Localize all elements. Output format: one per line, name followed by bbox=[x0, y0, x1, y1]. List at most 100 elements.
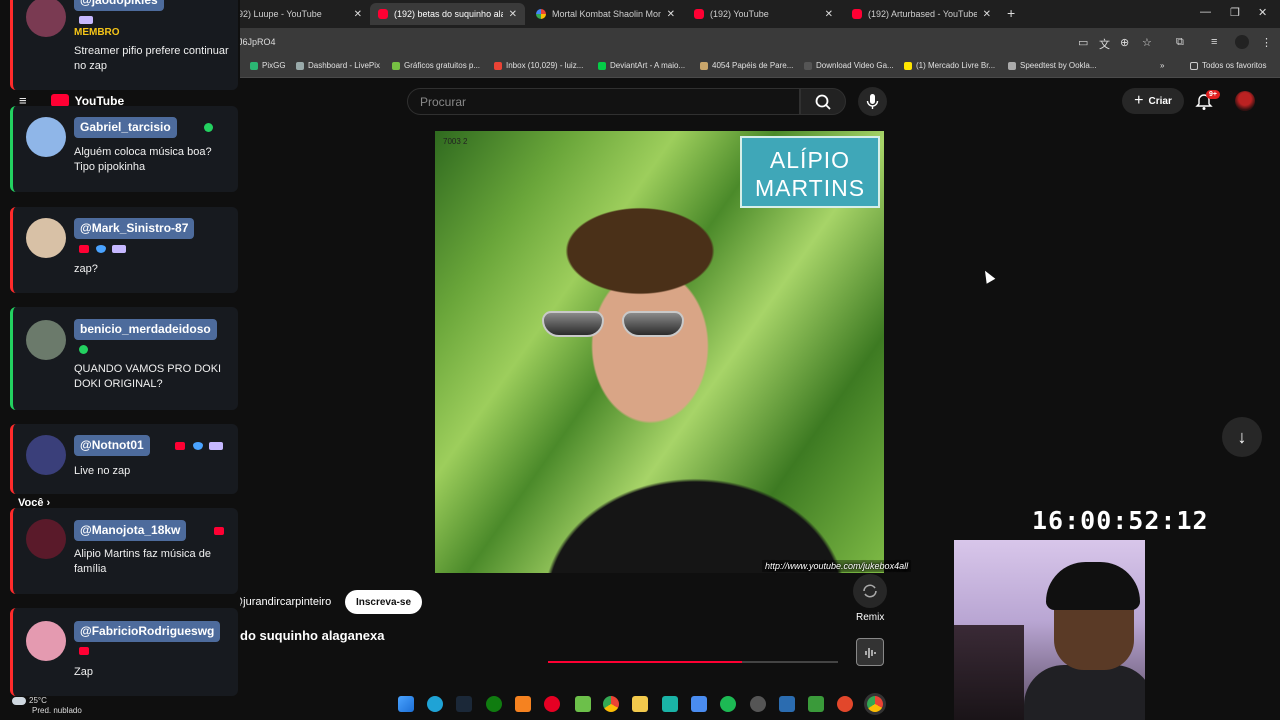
star-icon[interactable]: ☆ bbox=[1142, 36, 1152, 49]
sound-button[interactable] bbox=[856, 638, 884, 666]
chat-text: Zap bbox=[74, 666, 93, 678]
reading-list-icon[interactable]: ≡ bbox=[1211, 36, 1217, 48]
moderator-icon bbox=[96, 245, 106, 253]
close-icon[interactable]: ✕ bbox=[354, 9, 362, 20]
video-progress-bar[interactable] bbox=[548, 661, 838, 663]
chat-message: @jaodopikles MEMBRO Streamer pifio prefe… bbox=[10, 0, 238, 90]
chat-avatar bbox=[26, 435, 66, 475]
windows-start-icon[interactable] bbox=[398, 696, 414, 712]
chat-username: Gabriel_tarcisio bbox=[74, 117, 177, 138]
app-icon[interactable] bbox=[837, 696, 853, 712]
google-icon bbox=[536, 9, 546, 19]
mic-icon bbox=[866, 94, 879, 109]
chevron-right-icon[interactable]: » bbox=[1160, 61, 1164, 70]
address-bar[interactable]: J6JpRO4 bbox=[236, 32, 1076, 52]
close-icon[interactable]: ✕ bbox=[667, 9, 675, 20]
search-button[interactable] bbox=[800, 88, 846, 115]
app-icon[interactable] bbox=[808, 696, 824, 712]
remix-icon bbox=[863, 584, 877, 598]
profile-icon[interactable] bbox=[1235, 35, 1249, 49]
spotify-icon[interactable] bbox=[720, 696, 736, 712]
new-tab-icon[interactable]: + bbox=[1007, 5, 1015, 21]
mic-button[interactable] bbox=[858, 87, 887, 116]
browser-tab-active[interactable]: (192) betas do suquinho alagan ✕ bbox=[370, 3, 525, 25]
bookmark-folder[interactable]: Todos os favoritos bbox=[1190, 61, 1266, 70]
remix-button[interactable] bbox=[853, 574, 887, 608]
moderator-icon bbox=[193, 442, 203, 450]
crown-icon bbox=[209, 442, 223, 450]
bookmark[interactable]: Inbox (10,029) - luiz... bbox=[494, 61, 583, 70]
video-progress-fill bbox=[548, 661, 743, 663]
account-avatar[interactable] bbox=[1235, 91, 1255, 111]
channel-name[interactable]: @jurandircarpinteiro bbox=[232, 596, 331, 608]
chrome-active-icon[interactable] bbox=[867, 696, 883, 712]
close-icon[interactable]: ✕ bbox=[825, 9, 833, 20]
close-icon[interactable]: ✕ bbox=[509, 9, 517, 20]
app-icon[interactable] bbox=[575, 696, 591, 712]
search-input[interactable]: Procurar bbox=[407, 88, 800, 115]
screen: 92) Luupe - YouTube ✕ (192) betas do suq… bbox=[0, 0, 1280, 720]
bookmark[interactable]: DeviantArt - A maio... bbox=[598, 61, 685, 70]
chat-username: @Manojota_18kw bbox=[74, 520, 187, 541]
close-window-icon[interactable]: ✕ bbox=[1258, 6, 1267, 19]
youtube-badge-icon bbox=[79, 245, 89, 253]
tab-title: (192) betas do suquinho alagan bbox=[394, 9, 503, 19]
video-frame[interactable]: 7003 2 ALÍPIO MARTINS bbox=[435, 131, 884, 573]
bookmark[interactable]: Download Video Ga... bbox=[804, 61, 894, 70]
album-code: 7003 2 bbox=[443, 137, 468, 146]
chrome-icon[interactable] bbox=[603, 696, 619, 712]
video-title[interactable]: do suquinho alaganexa bbox=[240, 628, 384, 643]
browser-tab[interactable]: (192) Arturbased - YouTube ✕ bbox=[844, 3, 999, 25]
tab-title: (192) Arturbased - YouTube bbox=[868, 9, 977, 19]
cast-icon[interactable]: ▭ bbox=[1078, 36, 1088, 49]
create-button[interactable]: + Criar bbox=[1122, 88, 1184, 114]
restore-icon[interactable]: ❐ bbox=[1230, 6, 1240, 19]
chat-text: zap? bbox=[74, 263, 98, 275]
chat-message: @Mark_Sinistro-87 zap? bbox=[10, 207, 238, 293]
steam-icon[interactable] bbox=[456, 696, 472, 712]
crown-icon bbox=[79, 16, 93, 24]
browser-tab[interactable]: (192) YouTube ✕ bbox=[686, 3, 841, 25]
translate-icon[interactable]: 文 bbox=[1099, 36, 1110, 52]
notepad-icon[interactable] bbox=[691, 696, 707, 712]
subscribe-button[interactable]: Inscreva-se bbox=[345, 590, 422, 614]
obs-icon[interactable] bbox=[750, 696, 766, 712]
browser-tab[interactable]: Mortal Kombat Shaolin Monks ✕ bbox=[528, 3, 683, 25]
stream-clock: 16:00:52:12 bbox=[1032, 506, 1209, 535]
extensions-icon[interactable]: ⧉ bbox=[1176, 36, 1184, 49]
minimize-icon[interactable]: — bbox=[1200, 6, 1211, 18]
youtube-badge-icon bbox=[175, 442, 185, 450]
pinterest-icon[interactable] bbox=[544, 696, 560, 712]
close-icon[interactable]: ✕ bbox=[983, 9, 991, 20]
youtube-icon bbox=[852, 9, 862, 19]
arrow-down-icon: ↓ bbox=[1237, 426, 1247, 447]
bookmark[interactable]: Dashboard - LivePix bbox=[296, 61, 380, 70]
app-icon[interactable] bbox=[662, 696, 678, 712]
app-icon[interactable] bbox=[779, 696, 795, 712]
file-explorer-icon[interactable] bbox=[632, 696, 648, 712]
bookmark[interactable]: Gráficos gratuitos p... bbox=[392, 61, 480, 70]
youtube-icon bbox=[694, 9, 704, 19]
app-icon[interactable] bbox=[515, 696, 531, 712]
verified-dot-icon bbox=[79, 345, 88, 354]
chat-message: @Notnot01 Live no zap bbox=[10, 424, 238, 494]
bookmark[interactable]: PixGG bbox=[250, 61, 286, 70]
chat-username: @Notnot01 bbox=[74, 435, 150, 456]
edge-icon[interactable] bbox=[427, 696, 443, 712]
verified-dot-icon bbox=[204, 123, 213, 132]
weather-widget[interactable]: 25°C Pred. nublado bbox=[12, 696, 82, 716]
chat-text: Alipio Martins faz música de família bbox=[74, 548, 211, 575]
bookmark[interactable]: 4054 Papéis de Pare... bbox=[700, 61, 793, 70]
youtube-badge-icon bbox=[79, 647, 89, 655]
menu-icon[interactable]: ⋮ bbox=[1261, 36, 1272, 49]
bookmark[interactable]: (1) Mercado Livre Br... bbox=[904, 61, 995, 70]
bookmark[interactable]: Speedtest by Ookla... bbox=[1008, 61, 1097, 70]
scroll-down-button[interactable]: ↓ bbox=[1222, 417, 1262, 457]
chat-text: Alguém coloca música boa? Tipo pipokinha bbox=[74, 146, 212, 173]
chat-username: benicio_merdadeidoso bbox=[74, 319, 217, 340]
browser-tab[interactable]: 92) Luupe - YouTube ✕ bbox=[230, 3, 370, 25]
xbox-icon[interactable] bbox=[486, 696, 502, 712]
zoom-icon[interactable]: ⊕ bbox=[1120, 36, 1129, 49]
chat-username: @jaodopikles bbox=[74, 0, 164, 11]
chat-message: @Manojota_18kw Alipio Martins faz música… bbox=[10, 508, 238, 594]
